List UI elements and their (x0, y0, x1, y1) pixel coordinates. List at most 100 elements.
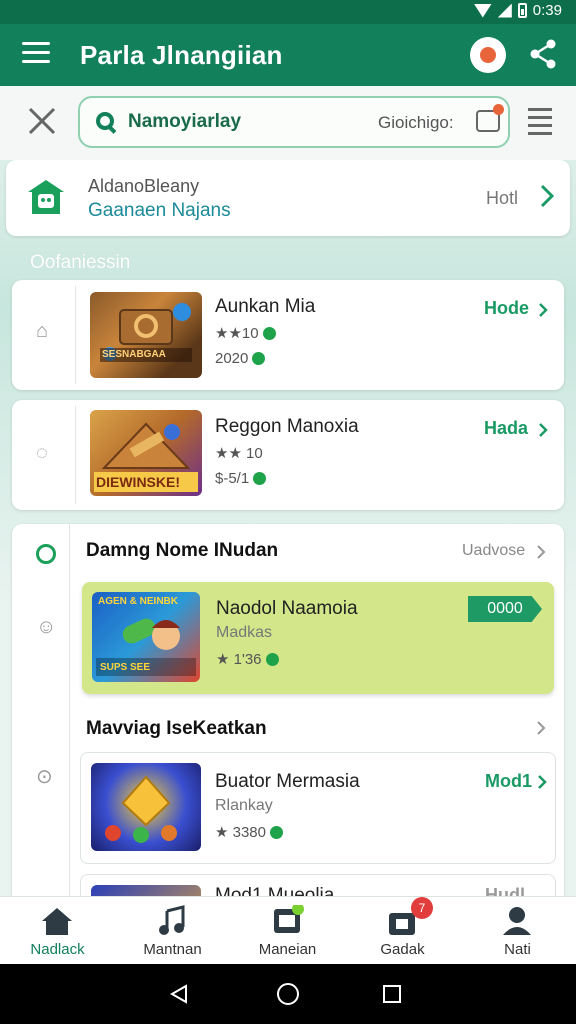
chevron-right-icon (538, 775, 547, 789)
search-row: Namoyiarlay Gioichigo: (0, 86, 576, 160)
signal-icon (497, 3, 512, 18)
game-sub: $-5/1 (215, 470, 250, 487)
chevron-right-icon (537, 545, 546, 559)
promo-card[interactable]: AldanoBleany Gaanaen Najans Hotl (6, 160, 570, 236)
close-icon[interactable] (26, 104, 58, 138)
chevron-right-icon (539, 303, 548, 317)
featured-title: Naodol Naamoia (216, 598, 358, 619)
library-icon (274, 905, 304, 933)
card-rail: ⌂ (12, 286, 76, 384)
verified-icon (262, 326, 276, 340)
rating-value: ★★10 (215, 325, 259, 342)
face-icon: ☺ (36, 616, 57, 638)
card-rail: ◌ (12, 406, 76, 504)
game-action[interactable]: Mod1 (485, 771, 532, 792)
thumb-label: DIEWINSKE! (96, 474, 180, 490)
verified-icon (252, 352, 266, 365)
list-item[interactable]: Buator Mermasia Rlankay ★ 3380 Mod1 (80, 752, 556, 864)
chevron-right-icon (540, 184, 554, 208)
game-sub: 2020 (215, 350, 249, 367)
verified-icon (253, 472, 267, 485)
list-menu-icon[interactable] (528, 108, 552, 135)
game-thumbnail: AGEN & NEINBK SUPS SEE (92, 592, 200, 682)
nav-item-music[interactable]: Mantnan (115, 897, 230, 965)
section-caption: Oofaniessin (30, 252, 131, 273)
thumb-label: SESNABGAA (102, 349, 166, 360)
verified-icon (265, 652, 279, 666)
promo-subtitle: Gaanaen Najans (88, 200, 231, 221)
notification-badge: 7 (411, 897, 433, 919)
game-title: Mod1 Mueolia (215, 885, 335, 896)
nav-label: Mantnan (143, 941, 202, 958)
status-bar: 0:39 (0, 0, 576, 24)
game-thumbnail (91, 763, 201, 851)
app-title: Parla Jlnangiian (80, 40, 283, 70)
avatar-badge (480, 47, 496, 63)
nav-item-bag[interactable]: 7 Gadak (345, 897, 460, 965)
chevron-right-icon (537, 721, 546, 735)
featured-sub: Madkas (216, 624, 273, 641)
share-icon[interactable] (528, 38, 558, 70)
list-item[interactable]: ◌ DIEWINSKE! Reggon Manoxia ★★ 10 $-5/1 … (12, 400, 564, 510)
search-hint: Gioichigo: (378, 113, 454, 132)
featured-rating: ★ 1'36 (216, 650, 279, 668)
group-rail: ☺ ⊙ (12, 524, 70, 896)
game-meta: 2020 (215, 350, 266, 367)
promo-title: AldanoBleany (88, 176, 200, 196)
thumb-top-label: AGEN & NEINBK (98, 596, 179, 607)
status-icons: 0:39 (473, 2, 562, 19)
search-input[interactable]: Namoyiarlay Gioichigo: (78, 96, 510, 148)
status-time: 0:39 (532, 2, 562, 19)
avatar[interactable] (470, 37, 506, 73)
bottom-nav: Nadlack Mantnan Maneian 7 Gadak Nati (0, 896, 576, 964)
main-content: AldanoBleany Gaanaen Najans Hotl Oofanie… (0, 160, 576, 896)
nav-label: Nati (504, 941, 531, 958)
search-query: Namoyiarlay (128, 111, 242, 132)
home-outline-icon: ⌂ (36, 320, 49, 342)
menu-icon[interactable] (22, 42, 50, 66)
voice-search-icon[interactable] (476, 104, 504, 132)
game-title: Aunkan Mia (215, 296, 316, 317)
nav-item-home[interactable]: Nadlack (0, 897, 115, 965)
game-rating: ★ 3380 (215, 823, 283, 841)
home-icon (42, 908, 72, 935)
check-circle-icon: ⊙ (36, 766, 53, 788)
game-rating: ★★ 10 (215, 444, 263, 462)
list-item[interactable]: ⌂ SESNABGAA Aunkan Mia ★★10 2020 Hode (12, 280, 564, 390)
chevron-right-icon (539, 423, 548, 437)
search-icon (96, 112, 114, 130)
verified-icon (269, 825, 283, 839)
app-bar: Parla Jlnangiian (0, 24, 576, 86)
game-title: Reggon Manoxia (215, 416, 359, 437)
list-item[interactable]: Mod1 Mueolia Hudl (80, 874, 556, 896)
rating-value: ★ 3380 (215, 824, 266, 841)
game-meta: $-5/1 (215, 470, 267, 487)
recent-apps-icon[interactable] (383, 985, 401, 1003)
game-action[interactable]: Hode (484, 298, 529, 319)
game-action[interactable]: Hudl (485, 885, 525, 896)
game-group-card: ☺ ⊙ Damng Nome INudan Uadvose AGEN & NEI… (12, 524, 564, 896)
game-action[interactable]: Hada (484, 418, 528, 439)
store-logo-icon (28, 180, 64, 214)
active-indicator-icon (36, 544, 56, 564)
price-button[interactable]: 0000 (468, 596, 542, 622)
wifi-icon (473, 3, 492, 18)
music-icon (159, 905, 185, 935)
nav-label: Gadak (380, 941, 425, 958)
rating-value: ★★ 10 (215, 445, 263, 462)
nav-item-library[interactable]: Maneian (230, 897, 345, 965)
system-nav-bar (0, 964, 576, 1024)
nav-label: Nadlack (30, 941, 85, 958)
nav-label: Maneian (258, 941, 317, 958)
see-more-link[interactable]: Uadvose (462, 542, 525, 560)
home-button-icon[interactable] (277, 983, 299, 1005)
game-thumbnail (91, 885, 201, 896)
game-title: Buator Mermasia (215, 771, 360, 792)
promo-action[interactable]: Hotl (486, 188, 518, 209)
nav-item-profile[interactable]: Nati (460, 897, 575, 965)
battery-icon (517, 3, 527, 18)
back-icon[interactable] (170, 984, 188, 1004)
featured-game-card[interactable]: AGEN & NEINBK SUPS SEE Naodol Naamoia Ma… (82, 582, 554, 694)
subsection-title: Mavviag IseKeatkan (86, 718, 267, 739)
profile-icon (503, 907, 531, 935)
